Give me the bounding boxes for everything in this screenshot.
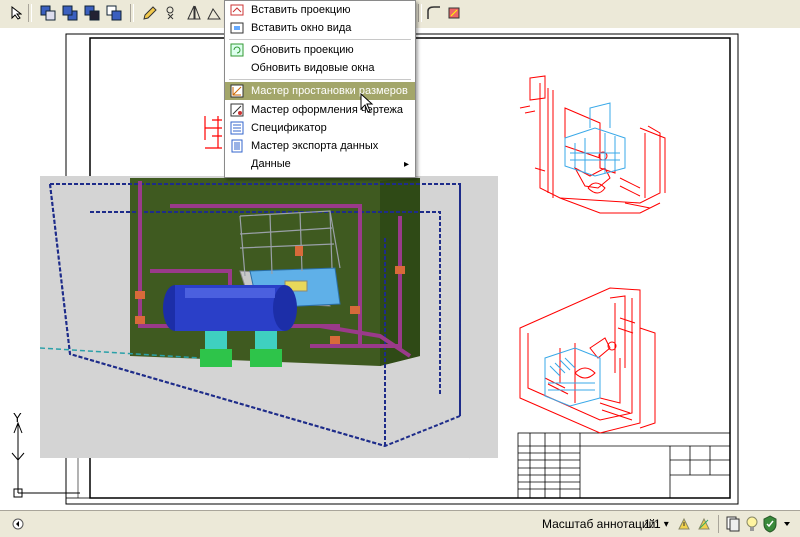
annotation-scale-label: Масштаб аннотаций: — [542, 517, 659, 531]
mirror-icon[interactable] — [162, 3, 182, 23]
menu-item-data[interactable]: Данные ▸ — [225, 155, 415, 173]
menu-item-data-export-wizard[interactable]: Мастер экспорта данных — [225, 137, 415, 155]
arc-tool-icon[interactable] — [424, 3, 444, 23]
ucs-y-axis-label: Y — [13, 410, 22, 425]
refresh-projection-icon — [229, 42, 245, 58]
bring-to-front-icon[interactable] — [38, 3, 58, 23]
model-render — [40, 178, 461, 448]
isometric-view-bottom — [519, 287, 656, 434]
specification-icon — [229, 120, 245, 136]
toolbar-separator — [130, 4, 134, 22]
annotation-autoscale-icon[interactable] — [696, 516, 712, 535]
toolbar-separator — [28, 4, 32, 22]
annotation-scale-value: 1:1 — [644, 517, 661, 531]
isometric-view-top — [519, 75, 666, 214]
status-left-toggle-icon[interactable] — [12, 518, 24, 530]
annotation-scale-dropdown[interactable]: 1:1 ▾ — [644, 516, 669, 532]
fill-tool-icon[interactable] — [444, 3, 464, 23]
menu-item-dimension-wizard[interactable]: Мастер простановки размеров — [225, 82, 415, 100]
context-menu: Вставить проекцию Вставить окно вида Обн… — [224, 0, 416, 178]
annotation-visibility-icon[interactable] — [676, 516, 692, 535]
toolbar-separator — [418, 4, 422, 22]
status-menu-arrow-icon[interactable] — [782, 519, 792, 532]
shaded-3d-model-view[interactable] — [40, 176, 498, 458]
title-block — [517, 432, 731, 499]
status-bar: Масштаб аннотаций: 1:1 ▾ — [0, 510, 800, 537]
menu-item-drawing-layout-wizard[interactable]: Мастер оформления чертежа — [225, 101, 415, 119]
menu-item-insert-projection[interactable]: Вставить проекцию — [225, 1, 415, 19]
mouse-cursor-icon — [360, 93, 374, 113]
menu-item-refresh-projection[interactable]: Обновить проекцию — [225, 41, 415, 59]
dimension-wizard-icon — [229, 83, 245, 99]
pencil-icon[interactable] — [140, 3, 160, 23]
menu-item-specification[interactable]: Спецификатор — [225, 119, 415, 137]
insert-viewport-icon — [229, 20, 245, 36]
insert-projection-icon — [229, 2, 245, 18]
group-icon[interactable] — [82, 3, 102, 23]
chevron-down-icon: ▾ — [663, 518, 669, 530]
lightbulb-icon[interactable] — [745, 515, 759, 536]
menu-item-refresh-viewports[interactable]: Обновить видовые окна — [225, 59, 415, 77]
security-shield-icon[interactable] — [762, 515, 778, 536]
status-separator — [718, 515, 719, 533]
menu-separator — [229, 79, 411, 80]
menu-separator — [229, 39, 411, 40]
send-to-back-icon[interactable] — [60, 3, 80, 23]
data-export-icon — [229, 138, 245, 154]
ungroup-icon[interactable] — [104, 3, 124, 23]
drawing-layout-wizard-icon — [229, 102, 245, 118]
submenu-arrow-icon: ▸ — [403, 158, 409, 170]
triangle-icon[interactable] — [184, 3, 204, 23]
toolbar-arrow-icon[interactable] — [6, 3, 26, 23]
layout-icon[interactable] — [726, 516, 740, 535]
menu-item-insert-viewport[interactable]: Вставить окно вида — [225, 19, 415, 37]
section-icon[interactable] — [204, 3, 224, 23]
